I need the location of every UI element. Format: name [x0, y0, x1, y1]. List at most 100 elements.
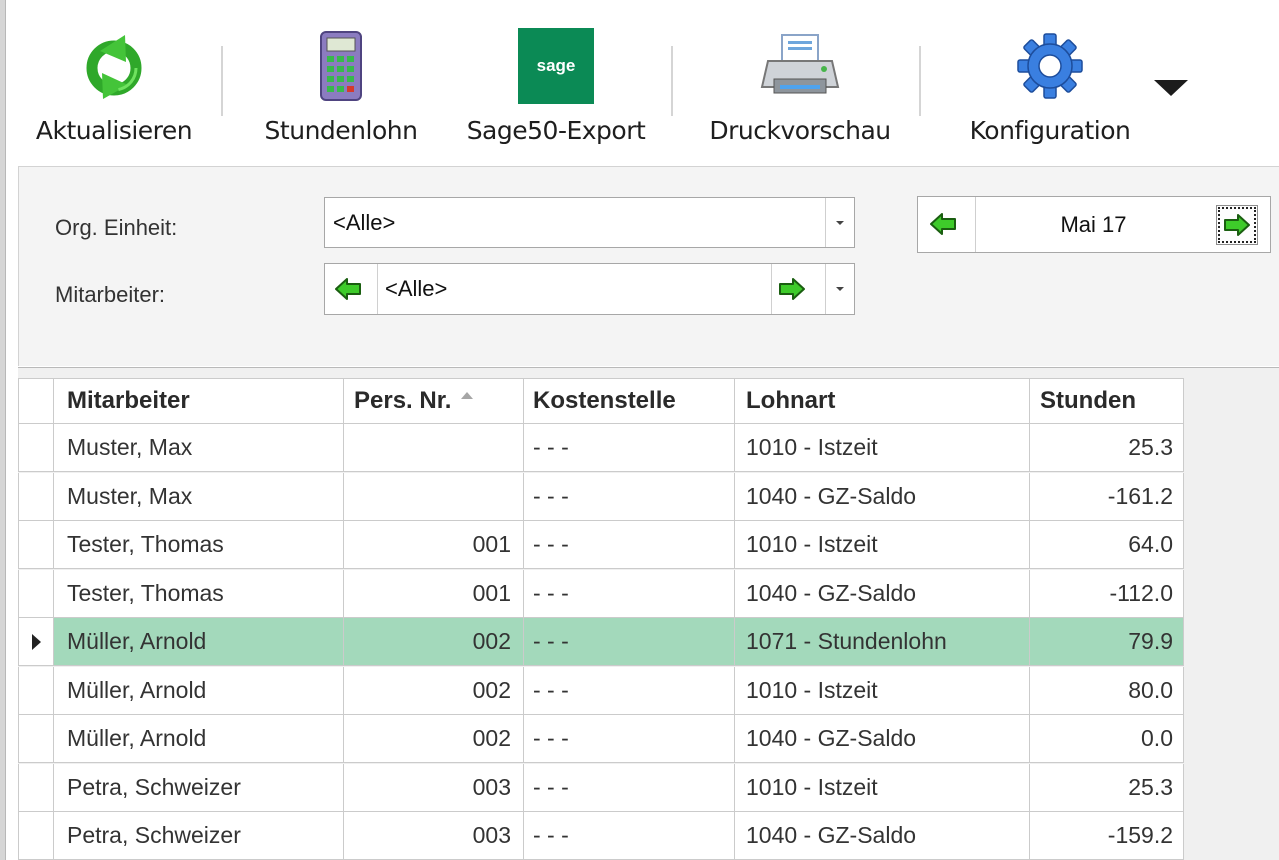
arrow-right-icon — [1224, 214, 1250, 236]
period-prev-button[interactable] — [926, 207, 960, 241]
cell-personnel-number[interactable]: 001 — [344, 521, 524, 569]
org-unit-value: <Alle> — [333, 210, 396, 235]
cell-personnel-number[interactable]: 003 — [344, 812, 524, 860]
cell-employee[interactable]: Muster, Max — [54, 424, 344, 472]
cell-cost-center[interactable]: - - - — [524, 569, 735, 618]
row-indicator — [18, 666, 54, 715]
cell-cost-center[interactable]: - - - — [524, 521, 735, 569]
table-row[interactable]: Muster, Max - - -1040 - GZ-Saldo -161.2 — [18, 472, 1184, 521]
row-indicator — [18, 424, 54, 472]
cell-hours[interactable]: -112.0 — [1030, 569, 1184, 618]
cell-employee[interactable]: Muster, Max — [54, 472, 344, 521]
cell-cost-center[interactable]: - - - — [524, 472, 735, 521]
cell-cost-center[interactable]: - - - — [524, 618, 735, 666]
cell-personnel-number[interactable]: 001 — [344, 569, 524, 618]
cell-hours[interactable]: 64.0 — [1030, 521, 1184, 569]
cell-wage-type[interactable]: 1040 - GZ-Saldo — [735, 715, 1030, 763]
sage-export-label: Sage50-Export — [466, 116, 646, 145]
org-unit-combobox[interactable]: <Alle> — [324, 197, 855, 248]
cell-employee[interactable]: Müller, Arnold — [54, 618, 344, 666]
cell-employee[interactable]: Müller, Arnold — [54, 666, 344, 715]
cell-wage-type[interactable]: 1010 - Istzeit — [735, 666, 1030, 715]
column-header-employee[interactable]: Mitarbeiter — [54, 378, 344, 424]
current-row-pointer-icon — [31, 633, 41, 650]
table-row[interactable]: Müller, Arnold 002- - -1071 - Stundenlohn… — [18, 618, 1184, 666]
print-preview-label: Druckvorschau — [709, 116, 891, 145]
cell-cost-center[interactable]: - - - — [524, 763, 735, 812]
table-row[interactable]: Müller, Arnold 002- - -1040 - GZ-Saldo 0.0 — [18, 715, 1184, 763]
period-next-button[interactable] — [1216, 205, 1258, 245]
column-header-hours[interactable]: Stunden — [1030, 378, 1184, 424]
sage-logo-icon: sage — [518, 28, 594, 104]
refresh-icon — [81, 20, 147, 112]
cell-personnel-number[interactable] — [344, 424, 524, 472]
period-value: Mai 17 — [1060, 212, 1127, 237]
cell-cost-center[interactable]: - - - — [524, 715, 735, 763]
chevron-down-icon — [836, 220, 844, 225]
cell-wage-type[interactable]: 1040 - GZ-Saldo — [735, 472, 1030, 521]
cell-hours[interactable]: 79.9 — [1030, 618, 1184, 666]
sort-ascending-icon — [461, 391, 474, 399]
arrow-left-icon — [930, 213, 956, 235]
hourly-wage-button[interactable]: Stundenlohn — [256, 20, 426, 160]
print-preview-button[interactable]: Druckvorschau — [702, 20, 898, 160]
cell-wage-type[interactable]: 1071 - Stundenlohn — [735, 618, 1030, 666]
org-unit-dropdown-button[interactable] — [825, 198, 854, 247]
cell-employee[interactable]: Müller, Arnold — [54, 715, 344, 763]
row-indicator — [18, 763, 54, 812]
row-indicator — [18, 715, 54, 763]
employee-combobox[interactable]: <Alle> — [324, 263, 855, 315]
cell-wage-type[interactable]: 1040 - GZ-Saldo — [735, 569, 1030, 618]
cell-cost-center[interactable]: - - - — [524, 666, 735, 715]
cell-employee[interactable]: Petra, Schweizer — [54, 763, 344, 812]
toolbar-separator — [221, 46, 223, 116]
cell-employee[interactable]: Tester, Thomas — [54, 569, 344, 618]
configuration-button[interactable]: Konfiguration — [950, 20, 1150, 160]
table-row[interactable]: Tester, Thomas 001- - -1010 - Istzeit 64.0 — [18, 521, 1184, 569]
row-indicator — [18, 472, 54, 521]
row-indicator — [18, 521, 54, 569]
sage-export-button[interactable]: sage Sage50-Export — [461, 20, 651, 160]
table-row[interactable]: Müller, Arnold 002- - -1010 - Istzeit 80.0 — [18, 666, 1184, 715]
table-row[interactable]: Tester, Thomas 001- - -1040 - GZ-Saldo -11… — [18, 569, 1184, 618]
cell-hours[interactable]: 25.3 — [1030, 763, 1184, 812]
employee-next-button[interactable] — [775, 272, 809, 306]
cell-cost-center[interactable]: - - - — [524, 812, 735, 860]
cell-hours[interactable]: -159.2 — [1030, 812, 1184, 860]
cell-hours[interactable]: 25.3 — [1030, 424, 1184, 472]
cell-employee[interactable]: Tester, Thomas — [54, 521, 344, 569]
cell-personnel-number[interactable]: 002 — [344, 715, 524, 763]
row-indicator — [18, 569, 54, 618]
cell-personnel-number[interactable] — [344, 472, 524, 521]
cell-employee[interactable]: Petra, Schweizer — [54, 812, 344, 860]
refresh-button[interactable]: Aktualisieren — [28, 20, 200, 160]
toolbar-overflow-dropdown[interactable] — [1154, 80, 1188, 96]
column-header-wage-type[interactable]: Lohnart — [735, 378, 1030, 424]
wage-data-grid: Mitarbeiter Pers. Nr. Kostenstelle Lohna… — [18, 367, 1279, 860]
toolbar: Aktualisieren Stundenlohn sage Sage50-Ex… — [6, 0, 1279, 166]
cell-wage-type[interactable]: 1040 - GZ-Saldo — [735, 812, 1030, 860]
cell-hours[interactable]: -161.2 — [1030, 472, 1184, 521]
employee-dropdown-button[interactable] — [825, 264, 854, 314]
column-header-personnel-number[interactable]: Pers. Nr. — [344, 378, 524, 424]
table-row[interactable]: Petra, Schweizer 003- - -1040 - GZ-Saldo -… — [18, 812, 1184, 860]
arrow-left-icon — [335, 278, 361, 300]
table-row[interactable]: Petra, Schweizer 003- - -1010 - Istzeit 25… — [18, 763, 1184, 812]
cell-personnel-number[interactable]: 003 — [344, 763, 524, 812]
cell-wage-type[interactable]: 1010 - Istzeit — [735, 763, 1030, 812]
row-indicator — [18, 618, 54, 666]
cell-wage-type[interactable]: 1010 - Istzeit — [735, 521, 1030, 569]
employee-prev-button[interactable] — [331, 272, 365, 306]
cell-hours[interactable]: 80.0 — [1030, 666, 1184, 715]
arrow-right-icon — [779, 278, 805, 300]
cell-hours[interactable]: 0.0 — [1030, 715, 1184, 763]
period-navigator: Mai 17 — [917, 196, 1271, 253]
cell-personnel-number[interactable]: 002 — [344, 666, 524, 715]
cell-personnel-number[interactable]: 002 — [344, 618, 524, 666]
chevron-down-icon — [836, 287, 844, 291]
cell-cost-center[interactable]: - - - — [524, 424, 735, 472]
printer-icon — [760, 20, 840, 112]
column-header-cost-center[interactable]: Kostenstelle — [524, 378, 735, 424]
table-row[interactable]: Muster, Max - - -1010 - Istzeit 25.3 — [18, 424, 1184, 472]
cell-wage-type[interactable]: 1010 - Istzeit — [735, 424, 1030, 472]
